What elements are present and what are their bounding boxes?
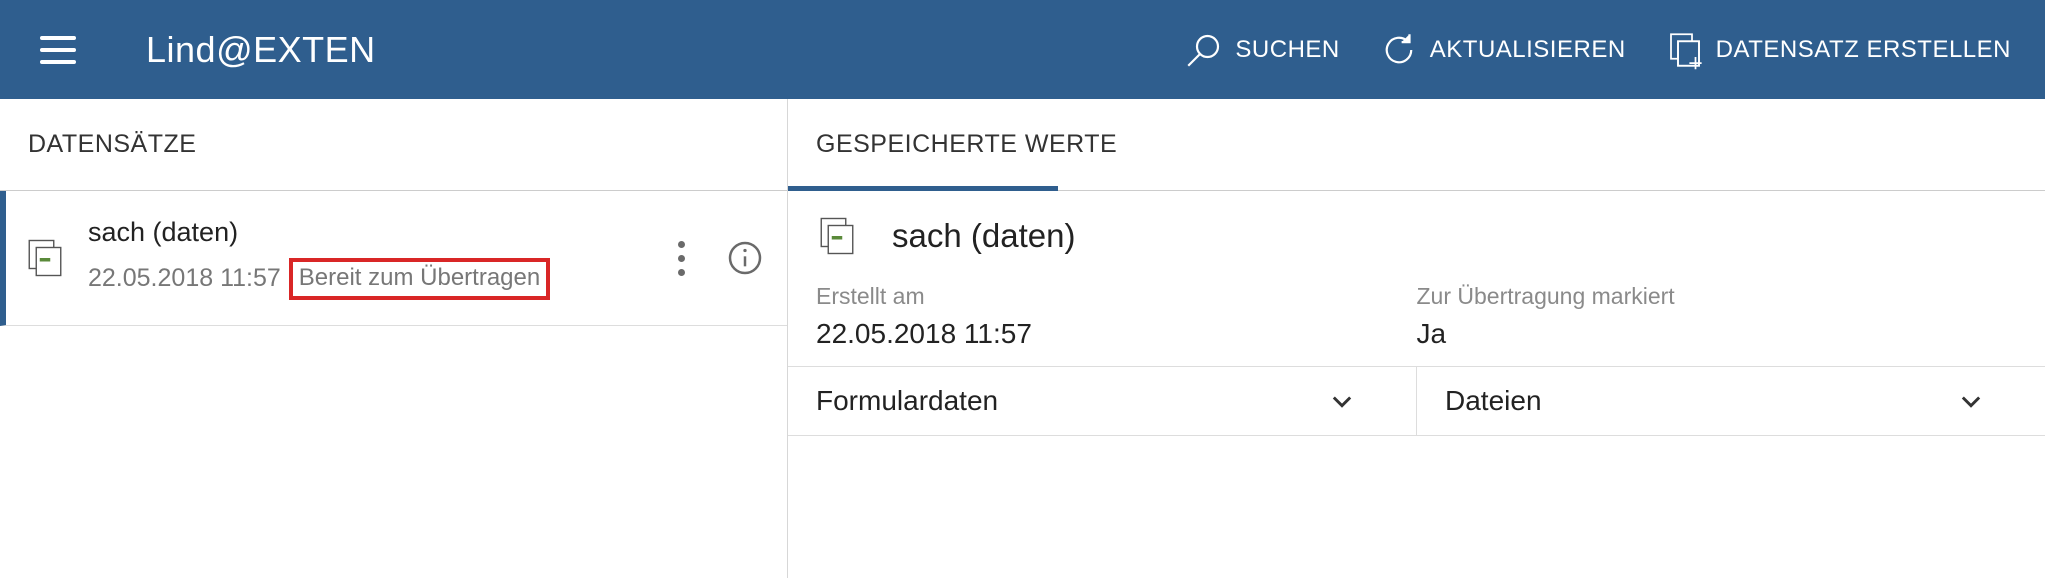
search-icon: [1183, 29, 1225, 71]
detail-pane: GESPEICHERTE WERTE sach (daten) Erstellt…: [788, 99, 2045, 578]
section-files-label: Dateien: [1445, 385, 1542, 417]
active-tab-indicator: [788, 186, 1058, 191]
marked-label: Zur Übertragung markiert: [1417, 283, 2018, 310]
detail-grid: Erstellt am 22.05.2018 11:57 Zur Übertra…: [788, 277, 2045, 367]
create-record-label: DATENSATZ ERSTELLEN: [1716, 36, 2011, 64]
records-pane: DATENSÄTZE sach (daten) 22.05.2018 11:57…: [0, 99, 788, 578]
section-files[interactable]: Dateien: [1417, 367, 2045, 435]
app-title: Lind@EXTEN: [146, 29, 376, 71]
chevron-down-icon: [1328, 387, 1356, 415]
record-list-item[interactable]: sach (daten) 22.05.2018 11:57 Bereit zum…: [0, 191, 787, 326]
records-pane-title: DATENSÄTZE: [0, 99, 787, 191]
detail-pane-title: GESPEICHERTE WERTE: [788, 99, 2045, 191]
more-icon[interactable]: [678, 241, 685, 276]
detail-pane-title-text: GESPEICHERTE WERTE: [816, 130, 1117, 159]
section-formdata-label: Formulardaten: [816, 385, 998, 417]
detail-created: Erstellt am 22.05.2018 11:57: [816, 277, 1417, 366]
create-record-button[interactable]: DATENSATZ ERSTELLEN: [1664, 29, 2011, 71]
detail-title: sach (daten): [892, 217, 1075, 255]
chevron-down-icon: [1957, 387, 1985, 415]
content-body: DATENSÄTZE sach (daten) 22.05.2018 11:57…: [0, 99, 2045, 578]
record-body: sach (daten) 22.05.2018 11:57 Bereit zum…: [88, 217, 658, 300]
refresh-button[interactable]: AKTUALISIEREN: [1378, 29, 1626, 71]
created-label: Erstellt am: [816, 283, 1417, 310]
detail-marked: Zur Übertragung markiert Ja: [1417, 277, 2018, 366]
header-actions: SUCHEN AKTUALISIEREN DATENSATZ ERSTELLEN: [1183, 29, 2011, 71]
refresh-label: AKTUALISIEREN: [1430, 36, 1626, 64]
created-value: 22.05.2018 11:57: [816, 318, 1417, 350]
create-record-icon: [1664, 29, 1706, 71]
menu-icon[interactable]: [40, 36, 76, 64]
record-timestamp: 22.05.2018 11:57: [88, 264, 281, 293]
section-formdata[interactable]: Formulardaten: [788, 367, 1417, 435]
search-label: SUCHEN: [1235, 36, 1339, 64]
record-status-highlight: Bereit zum Übertragen: [289, 258, 550, 300]
record-meta: 22.05.2018 11:57 Bereit zum Übertragen: [88, 258, 658, 300]
record-title: sach (daten): [88, 217, 658, 248]
form-icon: [816, 215, 858, 257]
info-icon[interactable]: [725, 238, 765, 278]
app-header: Lind@EXTEN SUCHEN AKTUALISIEREN: [0, 0, 2045, 99]
marked-value: Ja: [1417, 318, 2018, 350]
form-icon: [24, 237, 66, 279]
record-actions: [678, 238, 765, 278]
refresh-icon: [1378, 29, 1420, 71]
collapse-row: Formulardaten Dateien: [788, 367, 2045, 436]
search-button[interactable]: SUCHEN: [1183, 29, 1339, 71]
detail-header: sach (daten): [788, 191, 2045, 277]
